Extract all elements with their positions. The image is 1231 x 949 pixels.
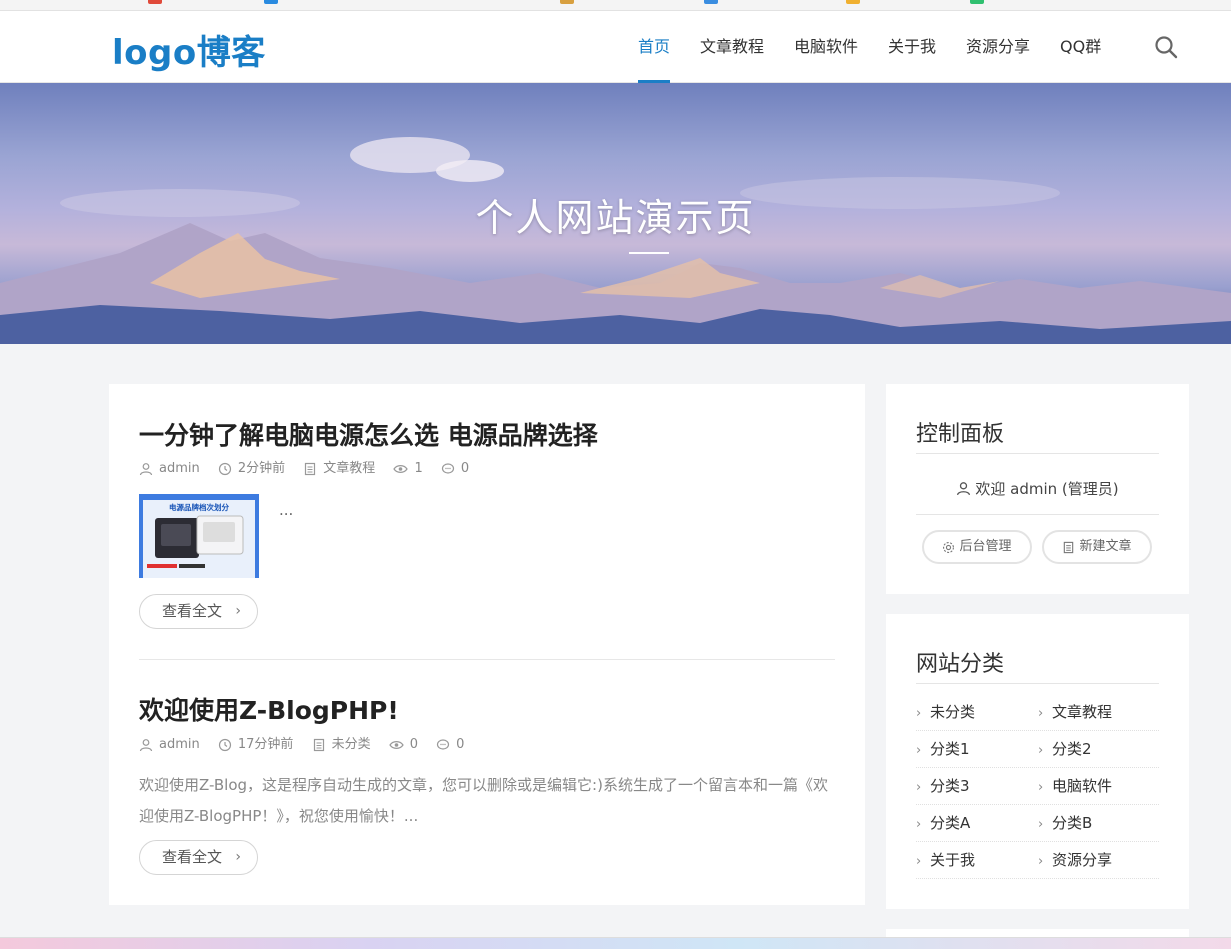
meta-comments: 0 [441, 460, 469, 478]
clock-icon [218, 738, 231, 752]
user-icon [139, 739, 153, 752]
read-more-label: 查看全文 [162, 602, 223, 620]
category-link[interactable]: › 分类A [916, 805, 1037, 842]
welcome-rule [916, 514, 1159, 515]
nav-item-qq-group[interactable]: QQ群 [1060, 11, 1101, 83]
chevron-right-icon: › [1038, 780, 1044, 795]
category-link[interactable]: › 分类B [1038, 805, 1159, 842]
chevron-right-icon: › [235, 849, 241, 865]
chevron-right-icon: › [1038, 854, 1044, 869]
document-icon [313, 738, 324, 752]
post-meta: admin 17分钟前 未分类 0 0 [139, 736, 478, 754]
widget-title: 网站分类 [916, 652, 1005, 677]
taskbar-strip [0, 937, 1231, 949]
meta-author[interactable]: admin [139, 460, 200, 478]
eye-icon [393, 465, 409, 473]
meta-views: 1 [393, 460, 423, 478]
thumbnail-caption: 电源品牌档次划分 [169, 502, 229, 512]
category-link[interactable]: › 文章教程 [1038, 694, 1159, 731]
chevron-right-icon: › [1038, 817, 1044, 832]
browser-bookmark-strip [0, 0, 1231, 11]
categories-widget: 网站分类 › 未分类 › 文章教程 › 分类1 › 分类2 › 分类3 › 电脑软件 › 分类… [886, 614, 1189, 909]
gear-icon [943, 541, 955, 553]
nav-item-about[interactable]: 关于我 [888, 11, 936, 83]
admin-dashboard-button[interactable]: 后台管理 [922, 530, 1032, 564]
document-icon [1064, 541, 1074, 553]
site-header: logo博客 首页 文章教程 电脑软件 关于我 资源分享 QQ群 [0, 11, 1231, 83]
search-icon[interactable] [1154, 35, 1178, 59]
welcome-text: 欢迎 admin (管理员) [916, 478, 1159, 499]
chevron-right-icon: › [1038, 743, 1044, 758]
widget-title: 控制面板 [916, 422, 1005, 447]
category-link[interactable]: › 资源分享 [1038, 842, 1159, 879]
post-title[interactable]: 一分钟了解电脑电源怎么选 电源品牌选择 [139, 416, 598, 452]
category-link[interactable]: › 分类2 [1038, 731, 1159, 768]
post-list: 一分钟了解电脑电源怎么选 电源品牌选择 admin 2分钟前 文章教程 1 0 … [109, 384, 865, 905]
nav-item-software[interactable]: 电脑软件 [794, 11, 858, 83]
chevron-right-icon: › [916, 706, 922, 721]
category-link[interactable]: › 未分类 [916, 694, 1037, 731]
post-excerpt: 欢迎使用Z-Blog，这是程序自动生成的文章，您可以删除或是编辑它:)系统生成了… [139, 776, 828, 825]
category-link[interactable]: › 分类1 [916, 731, 1037, 768]
meta-category[interactable]: 未分类 [312, 736, 371, 754]
post-excerpt: ... [279, 501, 294, 519]
category-link[interactable]: › 分类3 [916, 768, 1037, 805]
meta-time: 17分钟前 [218, 736, 293, 754]
clock-icon [218, 462, 231, 476]
control-panel-widget: 控制面板 欢迎 admin (管理员) 后台管理 新建文章 [886, 384, 1189, 594]
meta-comments: 0 [436, 736, 464, 754]
comment-icon [441, 463, 454, 474]
document-icon [305, 462, 316, 476]
banner-underline [629, 252, 669, 254]
read-more-button[interactable]: 查看全文 › [139, 594, 258, 629]
chevron-right-icon: › [916, 743, 922, 758]
meta-views: 0 [388, 736, 418, 754]
user-icon [957, 482, 971, 496]
post-thumbnail[interactable]: 电源品牌档次划分 [139, 494, 259, 578]
user-icon [139, 463, 153, 476]
category-link[interactable]: › 电脑软件 [1038, 768, 1159, 805]
chevron-right-icon: › [235, 603, 241, 619]
read-more-label: 查看全文 [162, 848, 223, 866]
meta-category[interactable]: 文章教程 [303, 460, 375, 478]
meta-author[interactable]: admin [139, 736, 200, 754]
category-link[interactable]: › 关于我 [916, 842, 1037, 879]
chevron-right-icon: › [916, 854, 922, 869]
hero-banner: 个人网站演示页 [0, 83, 1231, 344]
widget-title-rule [916, 683, 1159, 684]
post-divider [139, 659, 835, 660]
nav-item-resources[interactable]: 资源分享 [966, 11, 1030, 83]
nav-item-articles[interactable]: 文章教程 [700, 11, 764, 83]
widget-title-rule [916, 453, 1159, 454]
post-meta: admin 2分钟前 文章教程 1 0 [139, 460, 483, 478]
read-more-button[interactable]: 查看全文 › [139, 840, 258, 875]
meta-time: 2分钟前 [218, 460, 285, 478]
eye-icon [388, 741, 404, 749]
chevron-right-icon: › [1038, 706, 1044, 721]
site-logo[interactable]: logo博客 [112, 25, 266, 74]
nav-item-home[interactable]: 首页 [638, 11, 671, 83]
comment-icon [437, 739, 450, 750]
chevron-right-icon: › [916, 780, 922, 795]
post-title[interactable]: 欢迎使用Z-BlogPHP! [139, 691, 399, 727]
new-post-button[interactable]: 新建文章 [1042, 530, 1152, 564]
banner-title: 个人网站演示页 [475, 196, 756, 240]
chevron-right-icon: › [916, 817, 922, 832]
